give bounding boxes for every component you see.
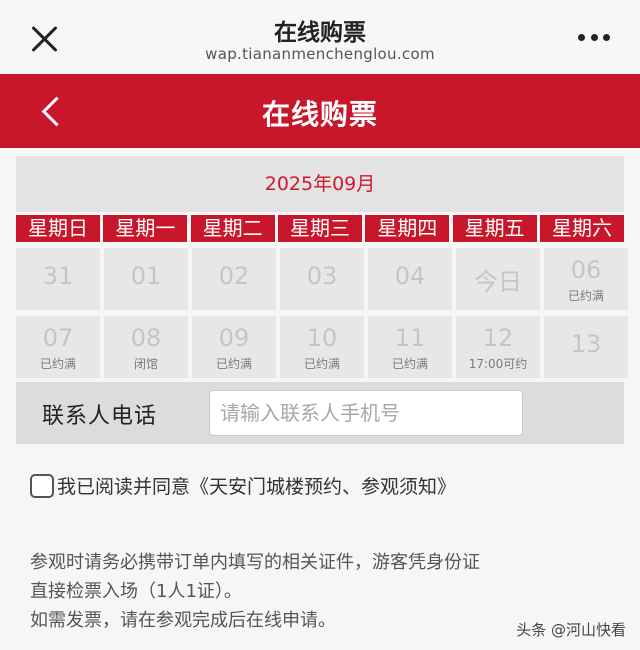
calendar-month: 2025年09月 bbox=[16, 156, 624, 212]
day-status: 17:00可约 bbox=[468, 357, 528, 371]
calendar-day[interactable]: 08 闭馆 bbox=[104, 316, 188, 378]
day-status: 已约满 bbox=[39, 357, 76, 371]
note-line: 直接检票入场（1人1证）。 bbox=[30, 581, 242, 602]
calendar-day[interactable]: 12 17:00可约 bbox=[456, 316, 540, 378]
day-status: 已约满 bbox=[567, 289, 604, 303]
calendar-day[interactable]: 11 已约满 bbox=[368, 316, 452, 378]
day-number: 01 bbox=[130, 262, 162, 290]
browser-url: wap.tiananmenchenglou.com bbox=[205, 45, 435, 63]
weekday-label: 星期日 bbox=[16, 215, 100, 242]
day-number: 12 bbox=[482, 324, 514, 352]
contact-phone-label: 联系人电话 bbox=[42, 404, 158, 429]
day-status: 已约满 bbox=[215, 357, 252, 371]
agreement-text: 我已阅读并同意 bbox=[57, 476, 191, 498]
watermark: 头条 @河山快看 bbox=[516, 621, 626, 639]
day-number: 08 bbox=[130, 324, 162, 352]
weekday-header: 星期日 星期一 星期二 星期三 星期四 星期五 星期六 bbox=[16, 215, 624, 242]
day-number: 02 bbox=[218, 262, 250, 290]
calendar-day-today[interactable]: 今日 bbox=[456, 248, 540, 310]
calendar-day[interactable]: 03 bbox=[280, 248, 364, 310]
calendar-day[interactable]: 31 bbox=[16, 248, 100, 310]
calendar-day[interactable]: 10 已约满 bbox=[280, 316, 364, 378]
day-number: 07 bbox=[42, 324, 74, 352]
weekday-label: 星期四 bbox=[365, 215, 450, 242]
calendar-day[interactable]: 01 bbox=[104, 248, 188, 310]
calendar-grid: 31 01 02 03 04 今日 06 已约满 07 已约满 08 闭馆 09 已约满… bbox=[16, 248, 628, 380]
agreement-row: 我已阅读并同意 《天安门城楼预约、参观须知》 bbox=[30, 472, 456, 499]
day-status: 已约满 bbox=[391, 357, 428, 371]
calendar-day[interactable]: 13 bbox=[544, 316, 628, 378]
day-number: 今日 bbox=[474, 268, 522, 296]
agreement-checkbox[interactable] bbox=[30, 473, 54, 498]
day-number: 13 bbox=[570, 330, 602, 358]
day-status: 闭馆 bbox=[133, 357, 158, 371]
calendar-day[interactable]: 06 已约满 bbox=[544, 248, 628, 310]
day-number: 04 bbox=[394, 262, 426, 290]
day-number: 03 bbox=[306, 262, 338, 290]
weekday-label: 星期三 bbox=[277, 215, 362, 242]
contact-phone-row: 联系人电话 bbox=[16, 382, 624, 444]
browser-title: 在线购票 bbox=[274, 20, 366, 46]
calendar-day[interactable]: 09 已约满 bbox=[192, 316, 276, 378]
calendar-day[interactable]: 04 bbox=[368, 248, 452, 310]
note-line: 参观时请务必携带订单内填写的相关证件，游客凭身份证 bbox=[30, 552, 480, 573]
calendar-day[interactable]: 07 已约满 bbox=[16, 316, 100, 378]
day-number: 09 bbox=[218, 324, 250, 352]
day-status: 已约满 bbox=[303, 357, 340, 371]
agreement-link[interactable]: 《天安门城楼预约、参观须知》 bbox=[190, 472, 456, 499]
weekday-label: 星期一 bbox=[103, 215, 188, 242]
browser-bar: 在线购票 wap.tiananmenchenglou.com bbox=[0, 0, 640, 74]
page-title: 在线购票 bbox=[261, 98, 378, 131]
weekday-label: 星期五 bbox=[452, 215, 537, 242]
day-number: 06 bbox=[570, 256, 602, 284]
weekday-label: 星期二 bbox=[190, 215, 275, 242]
weekday-label: 星期六 bbox=[539, 215, 624, 242]
day-number: 11 bbox=[394, 324, 426, 352]
contact-phone-input[interactable] bbox=[209, 390, 523, 436]
calendar-day[interactable]: 02 bbox=[192, 248, 276, 310]
day-number: 31 bbox=[42, 262, 74, 290]
app-header: 在线购票 bbox=[0, 74, 640, 148]
day-number: 10 bbox=[306, 324, 338, 352]
more-options-icon[interactable] bbox=[578, 34, 610, 42]
